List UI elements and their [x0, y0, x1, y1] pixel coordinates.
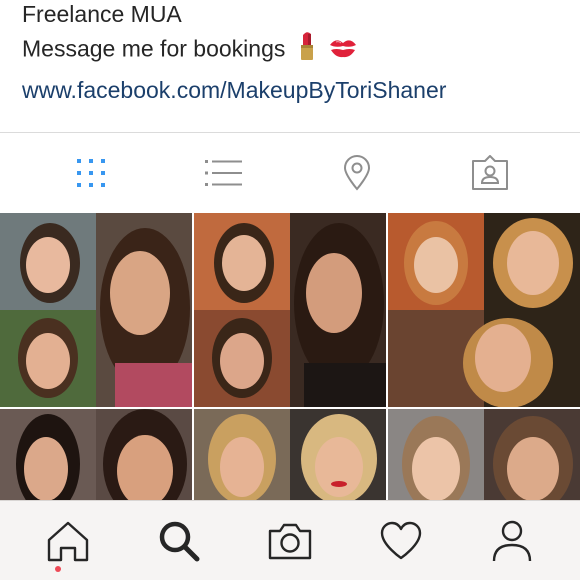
- tagged-person-icon: [471, 155, 508, 190]
- grid-icon: [76, 159, 105, 187]
- post-grid: [0, 213, 580, 500]
- tab-list[interactable]: [194, 143, 254, 203]
- post-thumbnail[interactable]: [388, 213, 580, 407]
- post-thumbnail[interactable]: [0, 409, 192, 500]
- website-link[interactable]: www.facebook.com/MakeupByToriShaner: [22, 73, 562, 107]
- post-thumbnail[interactable]: [0, 213, 192, 407]
- tab-grid[interactable]: [61, 143, 121, 203]
- tab-map[interactable]: [327, 143, 387, 203]
- kiss-mark-icon: [328, 34, 358, 68]
- search-icon: [159, 521, 200, 561]
- post-thumbnail[interactable]: [194, 213, 386, 407]
- list-icon: [204, 160, 242, 186]
- bottom-navigation: [0, 500, 580, 580]
- profile-icon: [493, 520, 532, 561]
- camera-icon: [268, 523, 312, 559]
- post-thumbnail[interactable]: [194, 409, 386, 500]
- bio-title: Freelance MUA: [22, 1, 182, 27]
- notification-dot: [55, 566, 61, 572]
- post-thumbnail[interactable]: [388, 409, 580, 500]
- profile-view-tabs: [0, 133, 580, 213]
- heart-icon: [380, 521, 422, 559]
- bio-message: Message me for bookings: [22, 35, 286, 62]
- location-pin-icon: [343, 155, 370, 191]
- nav-search[interactable]: [144, 506, 214, 576]
- nav-home[interactable]: [33, 506, 103, 576]
- nav-camera[interactable]: [255, 506, 325, 576]
- tab-tagged[interactable]: [460, 143, 520, 203]
- lipstick-icon: [296, 31, 318, 70]
- nav-activity[interactable]: [366, 506, 436, 576]
- home-icon: [47, 521, 88, 561]
- bio-message-line: Message me for bookings: [22, 31, 562, 70]
- profile-bio: Freelance MUA Message me for bookings ww…: [22, 0, 562, 107]
- nav-profile[interactable]: [477, 506, 547, 576]
